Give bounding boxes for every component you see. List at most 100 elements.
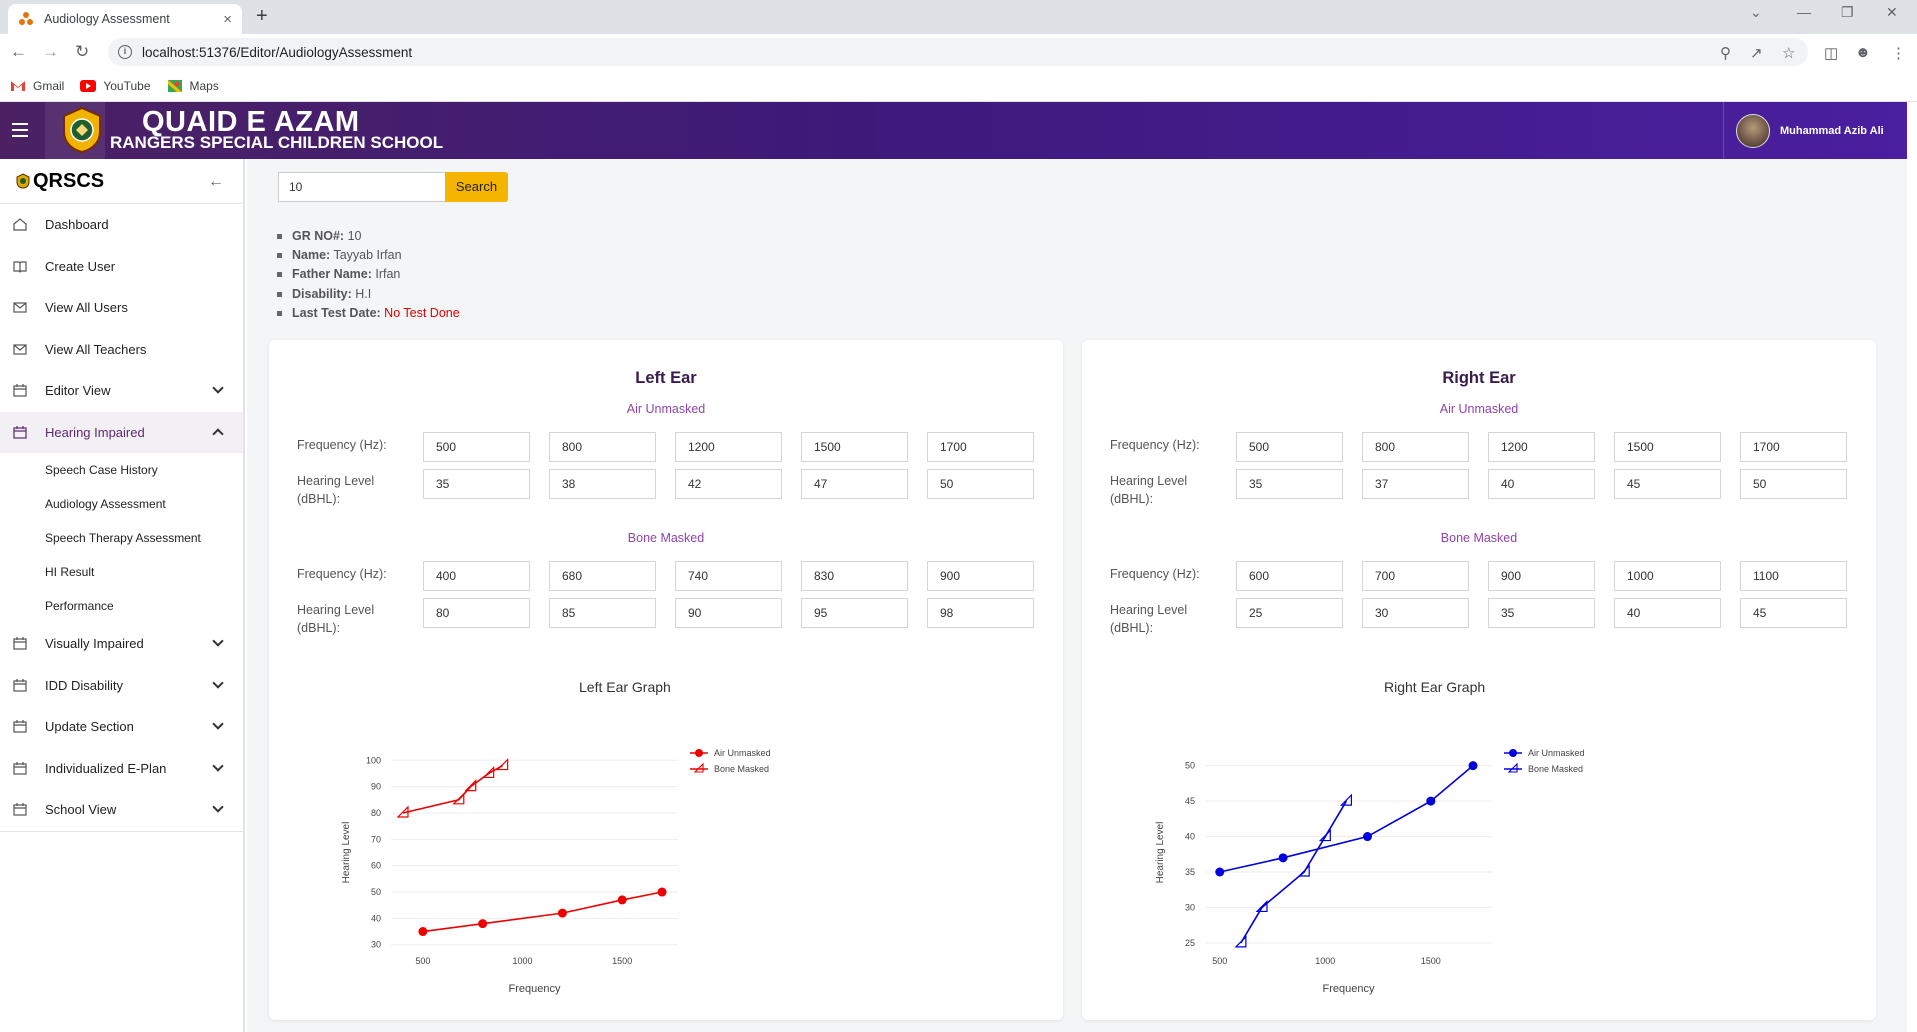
chevron-down-icon <box>212 382 224 394</box>
close-tab-icon[interactable]: × <box>223 11 232 28</box>
bone-frequency-input[interactable]: 400 <box>423 561 530 591</box>
air-level-input[interactable]: 40 <box>1488 469 1595 499</box>
main-content: 10 Search GR NO#: 10 Name: Tayyab Irfan … <box>247 159 1907 1032</box>
user-menu[interactable]: Muhammad Azib Ali <box>1723 102 1907 159</box>
sidebar-item-editor-view[interactable]: Editor View <box>0 370 243 412</box>
sidebar-subitem-performance[interactable]: Performance <box>0 589 243 623</box>
sidebar-subitem-speech-therapy-assessment[interactable]: Speech Therapy Assessment <box>0 521 243 555</box>
sidebar-subitem-speech-case-history[interactable]: Speech Case History <box>0 453 243 487</box>
bookmark-star-icon[interactable]: ☆ <box>1782 44 1795 62</box>
sidebar-item-hearing-impaired[interactable]: Hearing Impaired <box>0 411 243 453</box>
omnibox[interactable]: i localhost:51376/Editor/AudiologyAssess… <box>108 38 1808 66</box>
bookmark-maps[interactable]: Maps <box>167 79 219 93</box>
sidebar-subitem-audiology-assessment[interactable]: Audiology Assessment <box>0 487 243 521</box>
sidebar-subitem-label: Audiology Assessment <box>45 497 166 511</box>
bone-frequency-input[interactable]: 830 <box>801 561 908 591</box>
bone-level-input[interactable]: 45 <box>1740 598 1847 628</box>
y-tick-label: 45 <box>1185 796 1195 806</box>
air-frequency-input[interactable]: 800 <box>1362 432 1469 462</box>
air-level-input[interactable]: 47 <box>801 469 908 499</box>
site-info-icon[interactable]: i <box>118 45 132 59</box>
bone-level-input[interactable]: 90 <box>675 598 782 628</box>
profile-icon[interactable]: ☻ <box>1855 44 1871 61</box>
sidebar-subitem-label: HI Result <box>45 565 95 579</box>
maps-icon <box>167 79 182 92</box>
bone-level-input[interactable]: 35 <box>1488 598 1595 628</box>
sidebar-item-view-all-users[interactable]: View All Users <box>0 287 243 329</box>
bone-frequency-input[interactable]: 1100 <box>1740 561 1847 591</box>
air-frequency-input[interactable]: 1200 <box>675 432 782 462</box>
sidebar-item-dashboard[interactable]: Dashboard <box>0 204 243 246</box>
bookmark-label: YouTube <box>103 78 151 93</box>
air-level-input[interactable]: 42 <box>675 469 782 499</box>
collapse-sidebar-icon[interactable]: ← <box>208 173 224 191</box>
close-window-icon[interactable]: ✕ <box>1886 4 1898 21</box>
sidebar-item-update-section[interactable]: Update Section <box>0 706 243 748</box>
y-tick-label: 100 <box>366 755 381 765</box>
bone-level-input[interactable]: 85 <box>549 598 656 628</box>
data-point <box>482 765 495 779</box>
browser-tab[interactable]: Audiology Assessment × <box>8 4 242 34</box>
air-frequency-input[interactable]: 1200 <box>1488 432 1595 462</box>
sidebar-item-individualized-e-plan[interactable]: Individualized E-Plan <box>0 748 243 790</box>
minimize-icon[interactable]: — <box>1797 4 1811 20</box>
reload-icon[interactable]: ↻ <box>75 42 89 62</box>
air-frequency-input[interactable]: 1500 <box>801 432 908 462</box>
bookmark-gmail[interactable]: Gmail <box>10 79 64 93</box>
bone-level-input[interactable]: 80 <box>423 598 530 628</box>
avatar <box>1736 113 1770 148</box>
sidebar-item-school-view[interactable]: School View <box>0 789 243 831</box>
restore-icon[interactable]: ❐ <box>1841 4 1854 21</box>
new-tab-button[interactable]: + <box>256 5 268 28</box>
sidebar-item-idd-disability[interactable]: IDD Disability <box>0 665 243 707</box>
bone-level-input[interactable]: 40 <box>1614 598 1721 628</box>
air-level-input[interactable]: 35 <box>1236 469 1343 499</box>
air-level-input[interactable]: 35 <box>423 469 530 499</box>
bone-level-input[interactable]: 95 <box>801 598 908 628</box>
air-level-input[interactable]: 37 <box>1362 469 1469 499</box>
air-level-input[interactable]: 50 <box>1740 469 1847 499</box>
sidebar-item-visually-impaired[interactable]: Visually Impaired <box>0 623 243 665</box>
sidebar-subitem-hi-result[interactable]: HI Result <box>0 555 243 589</box>
air-level-input[interactable]: 50 <box>927 469 1034 499</box>
bone-frequency-input[interactable]: 1000 <box>1614 561 1721 591</box>
air-level-input[interactable]: 38 <box>549 469 656 499</box>
air-frequency-input[interactable]: 1700 <box>1740 432 1847 462</box>
sidebar-subitem-label: Speech Therapy Assessment <box>45 531 201 545</box>
sidebar-item-label: Update Section <box>45 719 134 735</box>
side-panel-icon[interactable]: ◫ <box>1824 44 1838 62</box>
tab-search-icon[interactable]: ⌄ <box>1750 4 1762 21</box>
brand-subtitle: RANGERS SPECIAL CHILDREN SCHOOL <box>110 133 444 152</box>
air-frequency-input[interactable]: 800 <box>549 432 656 462</box>
bone-frequency-input[interactable]: 900 <box>1488 561 1595 591</box>
air-frequency-input[interactable]: 1700 <box>927 432 1034 462</box>
bone-frequency-input[interactable]: 700 <box>1362 561 1469 591</box>
search-button[interactable]: Search <box>445 172 508 202</box>
bone-level-input[interactable]: 98 <box>927 598 1034 628</box>
zoom-icon[interactable]: ⚲ <box>1720 44 1731 62</box>
menu-kebab-icon[interactable]: ⋮ <box>1891 44 1906 62</box>
graph-title: Left Ear Graph <box>579 679 671 695</box>
air-frequency-input[interactable]: 1500 <box>1614 432 1721 462</box>
bone-frequency-input[interactable]: 740 <box>675 561 782 591</box>
hamburger-menu-icon[interactable] <box>12 123 28 137</box>
sidebar-item-create-user[interactable]: Create User <box>0 246 243 288</box>
sidebar-item-view-all-teachers[interactable]: View All Teachers <box>0 329 243 371</box>
bone-frequency-input[interactable]: 900 <box>927 561 1034 591</box>
bone-level-input[interactable]: 25 <box>1236 598 1343 628</box>
bookmark-youtube[interactable]: YouTube <box>80 78 151 93</box>
bone-frequency-input[interactable]: 680 <box>549 561 656 591</box>
air-level-input[interactable]: 45 <box>1614 469 1721 499</box>
air-frequency-input[interactable]: 500 <box>423 432 530 462</box>
father-label: Father Name: <box>292 267 372 282</box>
y-axis-label: Hearing Level <box>1155 822 1166 884</box>
bone-level-input[interactable]: 30 <box>1362 598 1469 628</box>
air-frequency-input[interactable]: 500 <box>1236 432 1343 462</box>
back-icon[interactable]: ← <box>10 42 27 62</box>
bone-frequency-input[interactable]: 600 <box>1236 561 1343 591</box>
forward-icon[interactable]: → <box>42 42 59 62</box>
calendar-icon <box>13 384 27 397</box>
search-input[interactable]: 10 <box>278 172 448 202</box>
chevron-up-icon <box>212 427 224 440</box>
share-icon[interactable]: ↗ <box>1750 44 1763 62</box>
